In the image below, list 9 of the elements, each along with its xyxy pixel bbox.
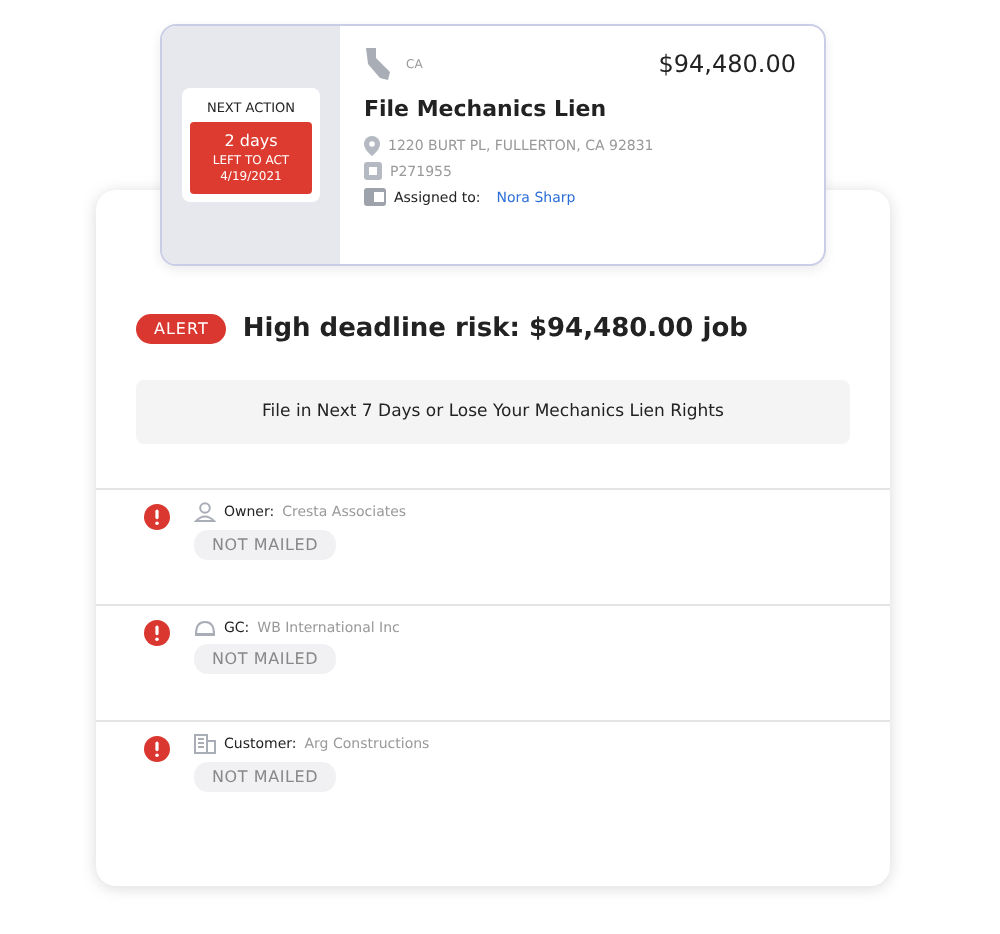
days-left: 2 days — [224, 132, 278, 151]
job-title: File Mechanics Lien — [364, 96, 609, 122]
mailing-status-badge: NOT MAILED — [194, 644, 337, 674]
mailing-status-badge: NOT MAILED — [194, 762, 337, 792]
notice-banner: File in Next 7 Days or Lose Your Mechanics Lien Rights — [136, 380, 850, 444]
alert-badge: ALERT — [136, 314, 227, 344]
alert-headline: High deadline risk: $94,480.00 job — [242, 314, 748, 344]
mailing-status-badge: NOT MAILED — [194, 530, 337, 560]
job-amount: $94,480.00 — [658, 50, 796, 78]
